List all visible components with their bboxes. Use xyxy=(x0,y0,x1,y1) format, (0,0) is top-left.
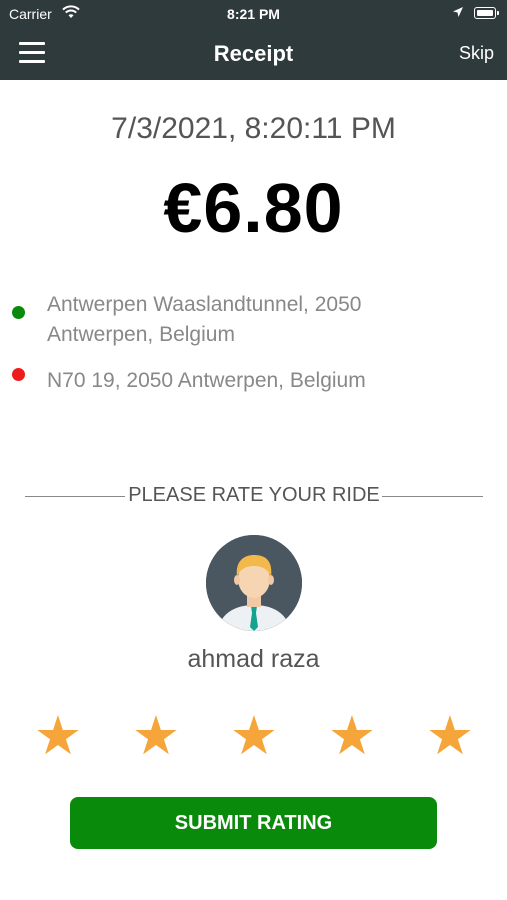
page-title: Receipt xyxy=(213,41,294,66)
receipt-amount: €6.80 xyxy=(163,169,344,247)
dropoff-address: N70 19, 2050 Antwerpen, Belgium xyxy=(47,369,366,392)
pickup-dot-icon xyxy=(12,306,25,319)
star-1-icon[interactable]: ★ xyxy=(32,709,84,763)
dropoff-dot-icon xyxy=(12,368,25,381)
divider-right xyxy=(382,496,483,497)
submit-rating-button[interactable]: SUBMIT RATING xyxy=(70,797,437,849)
location-arrow-icon xyxy=(453,7,463,17)
driver-name: ahmad raza xyxy=(187,645,320,673)
pickup-address: Antwerpen Waaslandtunnel, 2050 Antwerpen… xyxy=(47,293,362,346)
status-bar: Carrier 8:21 PM xyxy=(0,0,507,28)
star-5-icon[interactable]: ★ xyxy=(424,709,476,763)
star-4-icon[interactable]: ★ xyxy=(326,709,378,763)
status-time: 8:21 PM xyxy=(227,6,280,22)
battery-icon xyxy=(474,7,499,19)
skip-button[interactable]: Skip xyxy=(459,43,494,64)
star-3-icon[interactable]: ★ xyxy=(228,709,280,763)
driver-avatar xyxy=(206,535,302,631)
rate-heading-row: PLEASE RATE YOUR RIDE xyxy=(25,483,483,509)
star-2-icon[interactable]: ★ xyxy=(130,709,182,763)
nav-bar: Receipt Skip xyxy=(0,28,507,80)
receipt-datetime: 7/3/2021, 8:20:11 PM xyxy=(111,112,396,145)
star-rating[interactable]: ★ ★ ★ ★ ★ xyxy=(32,709,480,763)
